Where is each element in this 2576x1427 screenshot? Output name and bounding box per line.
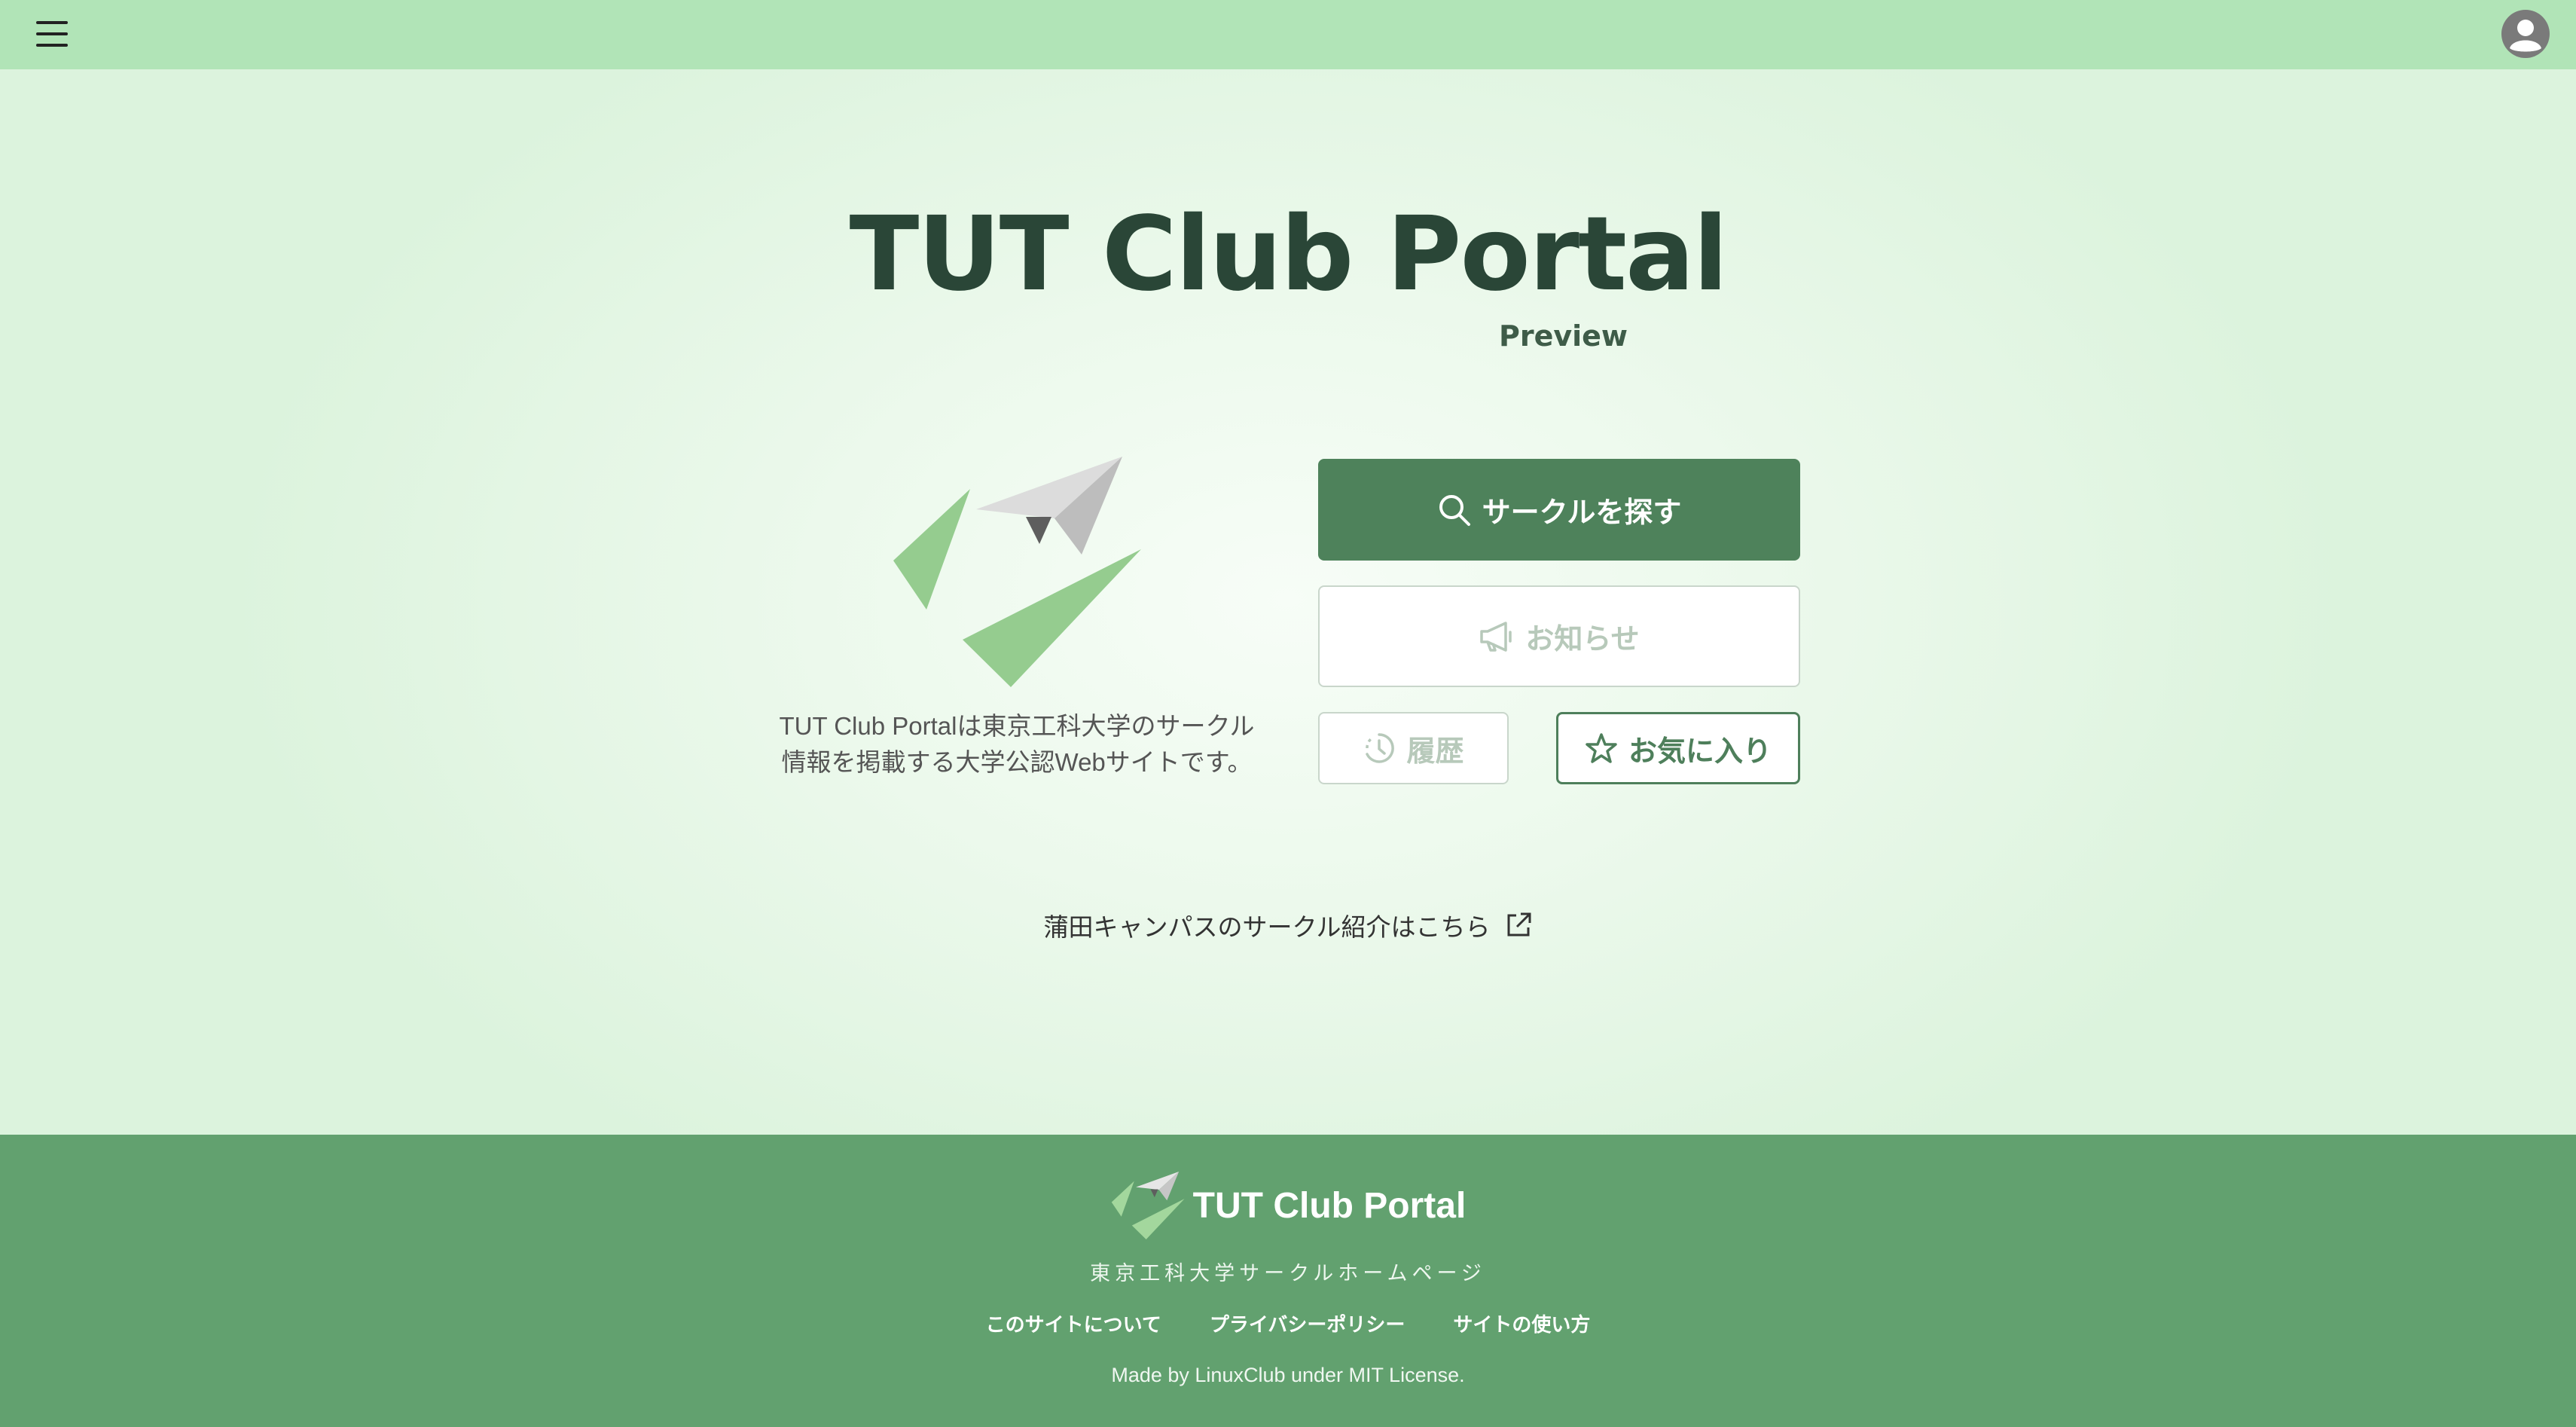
footer-title: TUT Club Portal: [1192, 1185, 1467, 1226]
footer-link-about[interactable]: このサイトについて: [986, 1309, 1161, 1337]
favorites-label: お気に入り: [1628, 734, 1772, 768]
news-label: お知らせ: [1525, 622, 1640, 655]
user-account-icon[interactable]: [2501, 9, 2550, 59]
hamburger-menu-icon[interactable]: [33, 17, 71, 51]
footer-logo: [1111, 1172, 1185, 1239]
history-label: 履歴: [1406, 734, 1464, 768]
site-description: TUT Club Portalは東京工科大学のサークル 情報を掲載する大学公認W…: [779, 712, 1255, 776]
site-footer: TUT Club Portal 東京工科大学サークルホームページ このサイトにつ…: [0, 1135, 2576, 1427]
preview-badge: Preview: [1499, 319, 1628, 353]
top-app-bar: [0, 0, 2576, 69]
star-icon: [1586, 733, 1617, 763]
history-button[interactable]: 履歴: [1318, 712, 1509, 784]
clock-icon: [1366, 733, 1395, 763]
page-title: TUT Club Portal: [849, 195, 1729, 314]
search-circles-label: サークルを探す: [1482, 496, 1682, 529]
megaphone-icon: [1480, 621, 1512, 652]
kamata-campus-link[interactable]: 蒲田キャンパスのサークル紹介はこちら: [0, 907, 2576, 943]
paper-plane-logo: [893, 457, 1141, 687]
favorites-button[interactable]: お気に入り: [1556, 712, 1800, 784]
external-link-icon: [1507, 912, 1531, 937]
search-icon: [1439, 494, 1470, 526]
footer-links: このサイトについて プライバシーポリシー サイトの使い方: [0, 1309, 2576, 1337]
footer-subtitle: 東京工科大学サークルホームページ: [1090, 1262, 1486, 1285]
news-button[interactable]: お知らせ: [1318, 585, 1800, 687]
kamata-campus-link-label: 蒲田キャンパスのサークル紹介はこちら: [1043, 913, 1491, 941]
footer-copyright: Made by LinuxClub under MIT License.: [1111, 1364, 1465, 1386]
footer-link-howto[interactable]: サイトの使い方: [1453, 1309, 1590, 1337]
footer-link-privacy[interactable]: プライバシーポリシー: [1210, 1309, 1405, 1337]
footer-brand: TUT Club Portal: [0, 1171, 2576, 1240]
search-circles-button[interactable]: サークルを探す: [1318, 459, 1800, 561]
